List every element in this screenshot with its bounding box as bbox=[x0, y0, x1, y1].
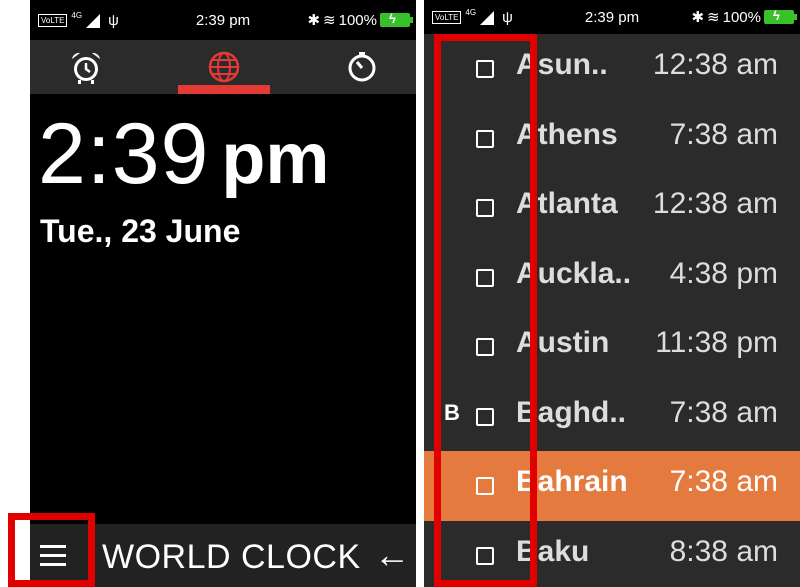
alarm-clock-icon bbox=[72, 52, 100, 84]
city-time: 7:38 am bbox=[669, 465, 778, 498]
wifi-icon: ≋ bbox=[707, 9, 720, 26]
battery-percent: 100% bbox=[338, 11, 377, 29]
battery-icon: ϟ bbox=[380, 11, 413, 27]
bluetooth-icon: ✱ bbox=[691, 9, 705, 26]
status-bar: VoLTE 4G ψ 2:39 pm ✱ ≋ 100% ϟ bbox=[424, 0, 800, 34]
city-time: 7:38 am bbox=[669, 395, 778, 429]
world-clock-screen: VoLTE 4G ψ 2:39 pm ✱ ≋ 100% ϟ 2:39 pm Tu… bbox=[30, 0, 416, 587]
annotation-box-list-left bbox=[434, 34, 537, 587]
screen-title: WORLD CLOCK bbox=[102, 538, 361, 576]
current-date: Tue., 23 June bbox=[40, 213, 241, 249]
battery-icon: ϟ bbox=[764, 8, 797, 24]
wifi-icon: ≋ bbox=[323, 12, 336, 29]
city-time: 8:38 am bbox=[669, 534, 778, 568]
tab-timer[interactable] bbox=[312, 40, 412, 94]
current-time-ampm: pm bbox=[221, 119, 330, 199]
status-icons-right: ✱ ≋ 100% ϟ bbox=[691, 8, 797, 26]
city-time: 12:38 am bbox=[652, 187, 778, 220]
current-time-value: 2:39 bbox=[38, 106, 210, 202]
tab-bar bbox=[30, 40, 416, 94]
globe-icon bbox=[208, 51, 240, 83]
city-time: 12:38 am bbox=[652, 48, 778, 81]
battery-percent: 100% bbox=[722, 8, 761, 26]
city-time: 7:38 am bbox=[669, 117, 778, 151]
bluetooth-icon: ✱ bbox=[307, 12, 321, 29]
current-time: 2:39 pm bbox=[38, 105, 329, 204]
tab-alarm[interactable] bbox=[36, 40, 136, 94]
status-bar: VoLTE 4G ψ 2:39 pm ✱ ≋ 100% ϟ bbox=[30, 0, 416, 40]
active-tab-indicator bbox=[178, 85, 270, 94]
back-arrow-icon[interactable]: ← bbox=[374, 534, 410, 576]
status-icons-right: ✱ ≋ 100% ϟ bbox=[307, 11, 413, 29]
timer-icon bbox=[348, 52, 376, 82]
annotation-box-menu bbox=[8, 513, 95, 587]
city-time: 11:38 pm bbox=[655, 326, 778, 359]
city-time: 4:38 pm bbox=[669, 256, 778, 290]
